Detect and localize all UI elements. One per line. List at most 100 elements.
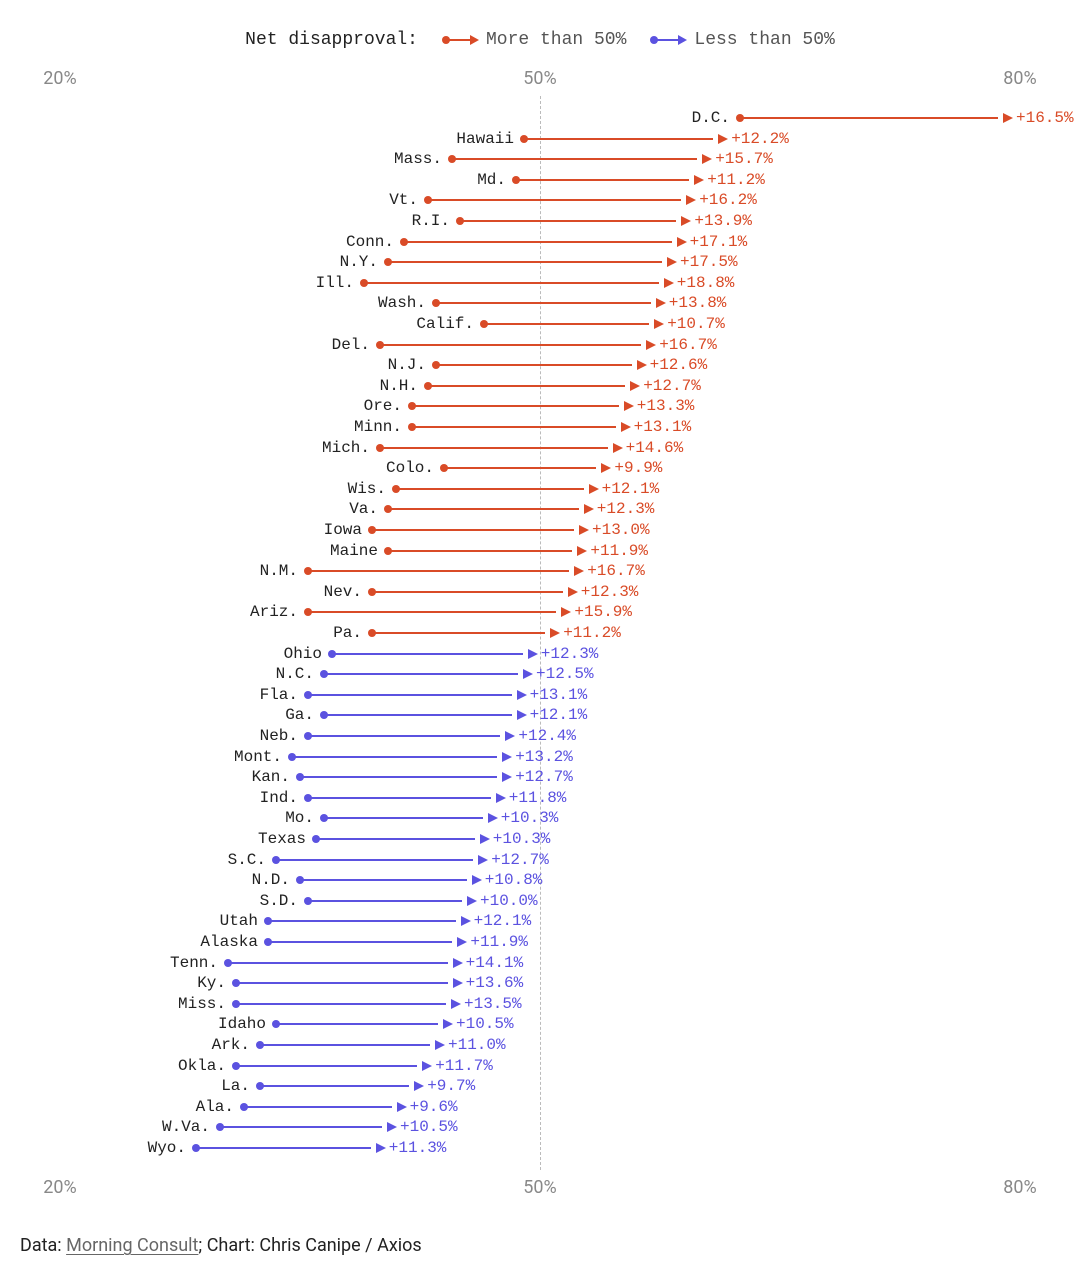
state-label: Tenn. — [170, 954, 218, 972]
change-line — [428, 199, 681, 201]
data-row: Alaska+11.9% — [60, 932, 1020, 952]
change-label: +12.3% — [541, 645, 599, 663]
arrow-head-icon — [478, 855, 488, 865]
arrow-head-icon — [502, 752, 512, 762]
change-line — [324, 673, 518, 675]
change-label: +10.8% — [485, 871, 543, 889]
change-label: +10.3% — [493, 830, 551, 848]
arrow-head-icon — [502, 772, 512, 782]
change-line — [460, 220, 676, 222]
arrow-head-icon — [667, 257, 677, 267]
change-label: +17.5% — [680, 253, 738, 271]
state-label: Ore. — [364, 397, 402, 415]
change-label: +11.9% — [470, 933, 528, 951]
data-row: Fla.+13.1% — [60, 685, 1020, 705]
state-label: Wis. — [348, 480, 386, 498]
x-tick-top-50: 50% — [523, 68, 556, 89]
x-tick-top-20: 20% — [43, 68, 76, 89]
change-label: +15.9% — [574, 603, 632, 621]
change-label: +16.2% — [699, 191, 757, 209]
state-label: Mass. — [394, 150, 442, 168]
state-label: Ala. — [196, 1098, 234, 1116]
arrow-head-icon — [624, 401, 634, 411]
credit-rest: Chart: Chris Canipe / Axios — [207, 1235, 422, 1256]
data-row: Maine+11.9% — [60, 541, 1020, 561]
change-label: +13.9% — [694, 212, 752, 230]
change-line — [260, 1044, 430, 1046]
state-label: Ariz. — [250, 603, 298, 621]
arrow-head-icon — [664, 278, 674, 288]
data-row: Hawaii+12.2% — [60, 129, 1020, 149]
data-row: Ky.+13.6% — [60, 973, 1020, 993]
arrow-head-icon — [637, 360, 647, 370]
data-row: Neb.+12.4% — [60, 726, 1020, 746]
arrow-head-icon — [686, 195, 696, 205]
data-row: Mass.+15.7% — [60, 149, 1020, 169]
x-tick-bot-20: 20% — [43, 1177, 76, 1198]
change-label: +10.5% — [400, 1118, 458, 1136]
state-label: Ark. — [212, 1036, 250, 1054]
change-label: +13.5% — [464, 995, 522, 1013]
change-line — [228, 962, 448, 964]
change-line — [308, 570, 569, 572]
data-row: Idaho+10.5% — [60, 1014, 1020, 1034]
change-line — [220, 1126, 382, 1128]
change-label: +12.6% — [650, 356, 708, 374]
change-label: +11.3% — [389, 1139, 447, 1157]
change-line — [380, 344, 641, 346]
change-label: +11.2% — [563, 624, 621, 642]
arrow-head-icon — [443, 1019, 453, 1029]
change-label: +14.6% — [626, 439, 684, 457]
arrow-head-icon — [451, 999, 461, 1009]
change-line — [332, 653, 523, 655]
change-label: +12.7% — [491, 851, 549, 869]
data-row: R.I.+13.9% — [60, 211, 1020, 231]
arrow-head-icon — [387, 1122, 397, 1132]
state-label: Hawaii — [456, 130, 514, 148]
change-label: +12.1% — [602, 480, 660, 498]
credit-sep: ; — [198, 1235, 206, 1256]
state-label: Minn. — [354, 418, 402, 436]
data-row: Ariz. +15.9% — [60, 602, 1020, 622]
data-row: Mont. +13.2% — [60, 747, 1020, 767]
legend-swatch-less-icon — [650, 39, 686, 41]
change-label: +13.6% — [466, 974, 524, 992]
change-line — [244, 1106, 392, 1108]
change-label: +9.9% — [614, 459, 662, 477]
state-label: Mo. — [285, 809, 314, 827]
change-line — [324, 714, 512, 716]
data-row: N.Y.+17.5% — [60, 252, 1020, 272]
state-label: S.D. — [260, 892, 298, 910]
data-row: Pa.+11.2% — [60, 623, 1020, 643]
state-label: N.M. — [260, 562, 298, 580]
credit-prefix: Data: — [20, 1235, 66, 1256]
arrow-head-icon — [414, 1081, 424, 1091]
change-label: +13.2% — [515, 748, 573, 766]
change-label: +13.0% — [592, 521, 650, 539]
data-row: Va.+12.3% — [60, 499, 1020, 519]
change-line — [236, 1003, 446, 1005]
change-label: +10.5% — [456, 1015, 514, 1033]
change-label: +11.2% — [707, 171, 765, 189]
arrow-head-icon — [589, 484, 599, 494]
credit-source-link[interactable]: Morning Consult — [66, 1235, 198, 1256]
state-label: Ill. — [316, 274, 354, 292]
arrow-head-icon — [453, 978, 463, 988]
state-label: Kan. — [252, 768, 290, 786]
data-row: N.J.+12.6% — [60, 355, 1020, 375]
arrow-head-icon — [467, 896, 477, 906]
state-label: Mont. — [234, 748, 282, 766]
state-label: Iowa — [324, 521, 362, 539]
state-label: Colo. — [386, 459, 434, 477]
change-label: +12.7% — [515, 768, 573, 786]
data-row: Del.+16.7% — [60, 335, 1020, 355]
change-label: +10.7% — [667, 315, 725, 333]
arrow-head-icon — [577, 546, 587, 556]
arrow-head-icon — [1003, 113, 1013, 123]
data-row: D.C.+16.5% — [60, 108, 1020, 128]
state-label: Neb. — [260, 727, 298, 745]
change-line — [372, 529, 574, 531]
change-label: +11.7% — [435, 1057, 493, 1075]
change-line — [292, 756, 497, 758]
data-row: Vt.+16.2% — [60, 190, 1020, 210]
